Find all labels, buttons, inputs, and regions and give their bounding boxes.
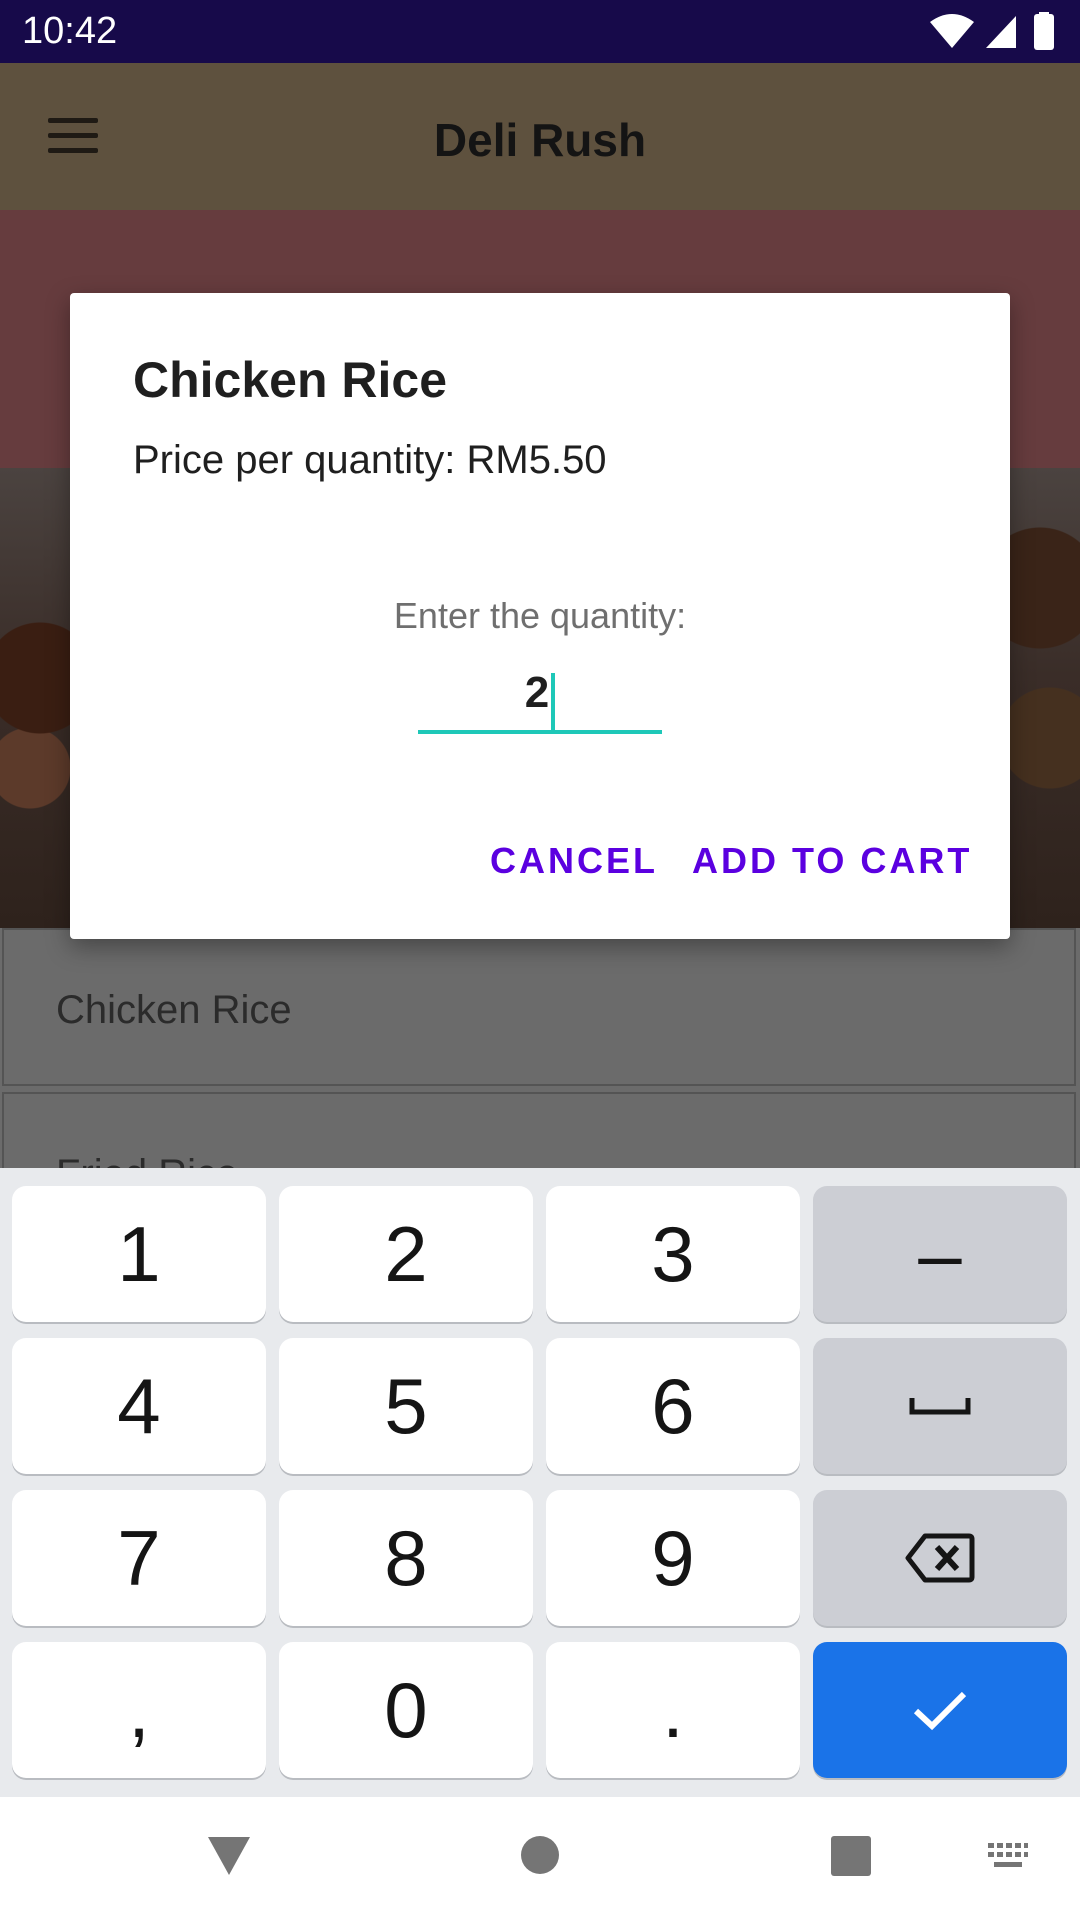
key-enter[interactable] [813,1642,1067,1778]
battery-icon [1034,12,1054,50]
key-7[interactable]: 7 [12,1490,266,1626]
recents-icon[interactable] [830,1835,872,1877]
quantity-input[interactable]: 2 [418,658,662,734]
cancel-button[interactable]: CANCEL [490,840,658,882]
key-9[interactable]: 9 [546,1490,800,1626]
add-to-cart-button[interactable]: ADD TO CART [692,840,972,882]
price-text: Price per quantity: RM5.50 [133,438,607,482]
dialog-title: Chicken Rice [133,352,448,408]
quantity-value: 2 [524,668,550,717]
home-icon[interactable] [520,1835,560,1875]
signal-icon [986,16,1016,48]
navigation-bar [0,1797,1080,1920]
key-2[interactable]: 2 [279,1186,533,1322]
app-title: Deli Rush [433,114,647,166]
key-5[interactable]: 5 [279,1338,533,1474]
list-item[interactable]: Chicken Rice [2,928,1076,1086]
key-period[interactable]: . [546,1642,800,1778]
key-3[interactable]: 3 [546,1186,800,1322]
numeric-keyboard: 1 2 3 – 4 5 6 7 8 9 , 0 . [0,1168,1080,1797]
key-6[interactable]: 6 [546,1338,800,1474]
wifi-icon [930,14,974,48]
key-0[interactable]: 0 [279,1642,533,1778]
key-minus[interactable]: – [813,1186,1067,1322]
quantity-label: Enter the quantity: [393,595,687,636]
status-time: 10:42 [22,10,118,52]
back-icon[interactable] [206,1835,252,1877]
key-4[interactable]: 4 [12,1338,266,1474]
key-1[interactable]: 1 [12,1186,266,1322]
backspace-icon [905,1533,975,1583]
key-space[interactable] [813,1338,1067,1474]
app-bar: Deli Rush [0,63,1080,210]
list-item-label: Chicken Rice [56,988,292,1032]
keyboard-switch-icon[interactable] [986,1841,1030,1871]
space-icon [909,1398,971,1415]
status-icons [930,12,1054,50]
text-caret [551,672,556,733]
quantity-dialog: Chicken Rice Price per quantity: RM5.50 … [70,293,1010,939]
key-comma[interactable]: , [12,1642,266,1778]
key-backspace[interactable] [813,1490,1067,1626]
status-bar: 10:42 [0,0,1080,63]
key-8[interactable]: 8 [279,1490,533,1626]
check-icon [913,1691,967,1731]
